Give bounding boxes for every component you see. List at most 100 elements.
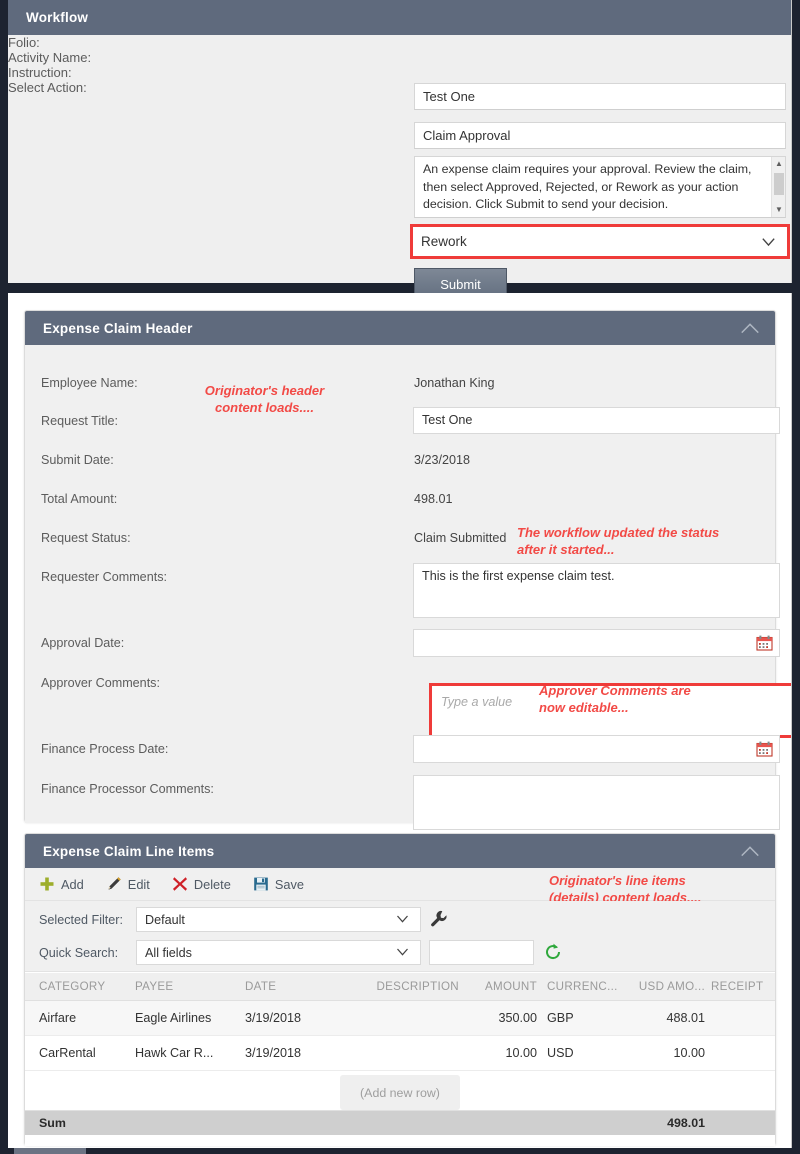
total-amount-label: Total Amount:: [41, 492, 117, 506]
wrench-icon[interactable]: [429, 909, 449, 929]
x-icon: [172, 876, 188, 892]
chevron-down-icon[interactable]: [395, 944, 412, 961]
line-items-grid: CATEGORY PAYEE DATE DESCRIPTION AMOUNT C…: [25, 973, 775, 1135]
expense-claim-header-body: Employee Name: Jonathan King Request Tit…: [25, 345, 775, 823]
column-header-category[interactable]: CATEGORY: [25, 980, 135, 993]
request-title-input[interactable]: Test One: [413, 407, 780, 434]
finance-processor-comments-label: Finance Processor Comments:: [41, 782, 214, 796]
instruction-textarea[interactable]: An expense claim requires your approval.…: [414, 156, 786, 218]
expense-claim-header-card: Expense Claim Header Employee Name: Jona…: [24, 310, 776, 822]
approval-date-label: Approval Date:: [41, 636, 124, 650]
horizontal-scrollbar[interactable]: [8, 1148, 792, 1154]
column-header-receipt[interactable]: RECEIPT: [705, 980, 775, 993]
employee-name-value: Jonathan King: [414, 376, 495, 390]
left-frame-rail: [0, 0, 8, 1154]
edit-button[interactable]: Edit: [106, 876, 150, 892]
approval-date-input[interactable]: [413, 629, 780, 657]
add-new-row-band: (Add new row): [25, 1071, 775, 1111]
cell-usd-amount: 488.01: [615, 1011, 705, 1025]
finance-process-date-input[interactable]: [413, 735, 780, 763]
cell-currency: USD: [537, 1046, 615, 1060]
collapse-chevron-up-icon[interactable]: [739, 843, 761, 859]
scrollbar-thumb[interactable]: [14, 1148, 86, 1154]
select-action-highlight: Rework: [410, 224, 790, 259]
floppy-disk-icon: [253, 876, 269, 892]
plus-icon: [39, 876, 55, 892]
scroll-up-icon[interactable]: ▲: [772, 158, 786, 170]
select-action-dropdown[interactable]: Rework: [413, 227, 787, 256]
employee-name-label: Employee Name:: [41, 376, 138, 390]
sum-label: Sum: [25, 1116, 135, 1130]
finance-processor-comments-textarea[interactable]: [413, 775, 780, 830]
requester-comments-label: Requester Comments:: [41, 570, 167, 584]
column-header-date[interactable]: DATE: [245, 980, 350, 993]
chevron-down-icon[interactable]: [760, 233, 777, 250]
selected-filter-dropdown[interactable]: Default: [136, 907, 421, 932]
add-button-label: Add: [61, 877, 84, 892]
requester-comments-textarea[interactable]: This is the first expense claim test.: [413, 563, 780, 618]
scrollbar-thumb[interactable]: [774, 173, 784, 195]
workflow-title: Workflow: [26, 10, 88, 25]
instruction-text: An expense claim requires your approval.…: [423, 161, 763, 214]
table-row[interactable]: CarRental Hawk Car R... 3/19/2018 10.00 …: [25, 1036, 775, 1071]
refresh-icon[interactable]: [543, 942, 563, 962]
activity-name-input[interactable]: Claim Approval: [414, 122, 786, 149]
pencil-icon: [106, 876, 122, 892]
column-header-usd-amount[interactable]: USD AMO...: [615, 980, 705, 993]
selected-filter-value: Default: [145, 913, 185, 927]
add-new-row-button[interactable]: (Add new row): [340, 1075, 460, 1110]
folio-label: Folio:: [8, 35, 791, 50]
line-items-filters: Selected Filter: Default Qu: [25, 901, 775, 972]
scroll-down-icon[interactable]: ▼: [772, 204, 786, 216]
instruction-scrollbar[interactable]: ▲ ▼: [771, 157, 785, 217]
selected-filter-label: Selected Filter:: [39, 913, 123, 927]
edit-button-label: Edit: [128, 877, 150, 892]
cell-date: 3/19/2018: [245, 1046, 350, 1060]
annotation-status-updated: The workflow updated the status after it…: [517, 525, 719, 558]
approver-comments-label: Approver Comments:: [41, 676, 160, 690]
table-row[interactable]: Airfare Eagle Airlines 3/19/2018 350.00 …: [25, 1001, 775, 1036]
save-button[interactable]: Save: [253, 876, 304, 892]
cell-payee: Eagle Airlines: [135, 1011, 245, 1025]
quick-search-field-dropdown[interactable]: All fields: [136, 940, 421, 965]
add-button[interactable]: Add: [39, 876, 84, 892]
request-title-label: Request Title:: [41, 414, 118, 428]
column-header-description[interactable]: DESCRIPTION: [350, 980, 465, 993]
annotation-approver-editable: Approver Comments are now editable...: [539, 683, 691, 716]
content-shell: Expense Claim Header Employee Name: Jona…: [8, 293, 792, 1154]
activity-name-label: Activity Name:: [8, 50, 791, 65]
workflow-body: Folio: Test One Activity Name: Claim App…: [8, 35, 791, 283]
grid-header-row: CATEGORY PAYEE DATE DESCRIPTION AMOUNT C…: [25, 973, 775, 1001]
quick-search-field-value: All fields: [145, 946, 192, 960]
quick-search-label: Quick Search:: [39, 946, 118, 960]
submit-date-value: 3/23/2018: [414, 453, 470, 467]
cell-usd-amount: 10.00: [615, 1046, 705, 1060]
cell-payee: Hawk Car R...: [135, 1046, 245, 1060]
select-action-value: Rework: [421, 234, 467, 249]
right-frame-rail: [792, 0, 800, 1154]
column-header-currency[interactable]: CURRENC...: [537, 980, 615, 993]
column-header-payee[interactable]: PAYEE: [135, 980, 245, 993]
line-items-toolbar: Add Edit: [25, 868, 775, 901]
grid-sum-row: Sum 498.01: [25, 1111, 775, 1135]
delete-button-label: Delete: [194, 877, 231, 892]
folio-input[interactable]: Test One: [414, 83, 786, 110]
delete-button[interactable]: Delete: [172, 876, 231, 892]
request-status-value: Claim Submitted: [414, 531, 506, 545]
submit-date-label: Submit Date:: [41, 453, 114, 467]
save-button-label: Save: [275, 877, 304, 892]
calendar-icon[interactable]: [756, 741, 773, 757]
instruction-label: Instruction:: [8, 65, 791, 80]
chevron-down-icon[interactable]: [395, 911, 412, 928]
workflow-panel: Workflow Folio: Test One Activity Name: …: [8, 0, 792, 283]
annotation-originator-header: Originator's header content loads....: [177, 383, 352, 416]
cell-category: CarRental: [25, 1046, 135, 1060]
approver-comments-placeholder: Type a value: [441, 695, 512, 709]
sum-value: 498.01: [615, 1116, 705, 1130]
collapse-chevron-up-icon[interactable]: [739, 320, 761, 336]
total-amount-value: 498.01: [414, 492, 453, 506]
calendar-icon[interactable]: [756, 635, 773, 651]
quick-search-input[interactable]: [429, 940, 534, 965]
column-header-amount[interactable]: AMOUNT: [465, 980, 537, 993]
app-root: Workflow Folio: Test One Activity Name: …: [0, 0, 800, 1154]
